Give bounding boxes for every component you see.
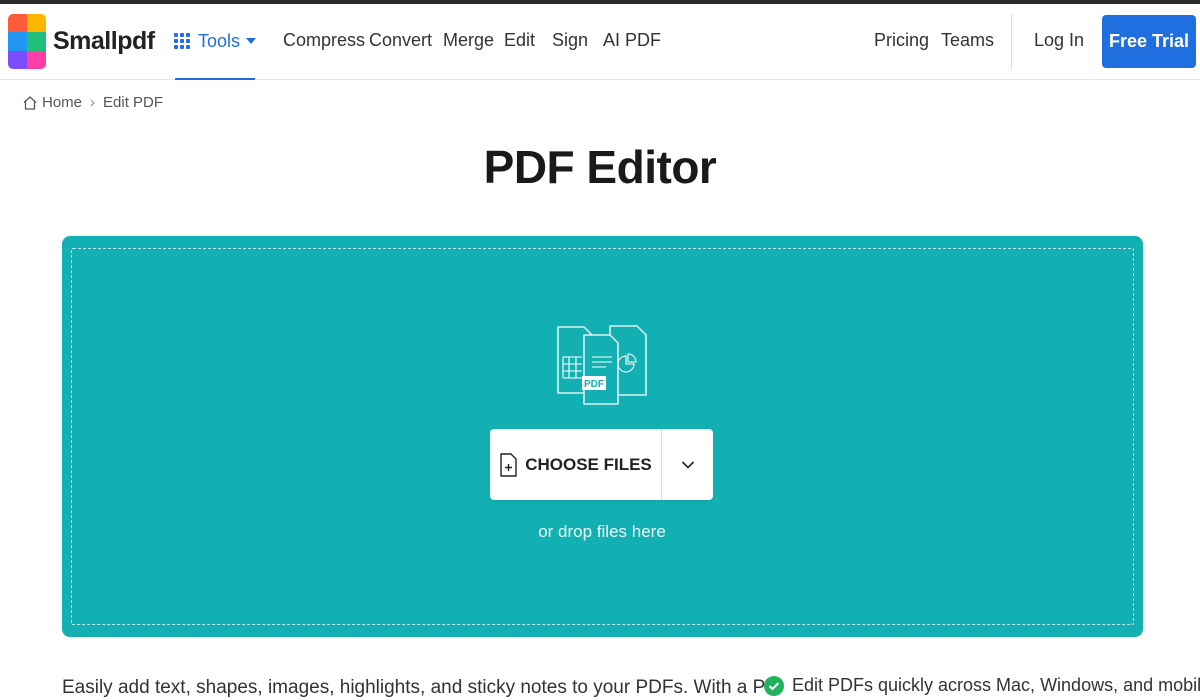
feature-item: Edit PDFs quickly across Mac, Windows, a… (764, 675, 1200, 696)
tools-menu-button[interactable]: Tools (173, 4, 257, 80)
choose-files-label: CHOOSE FILES (525, 454, 652, 474)
breadcrumb: Home › Edit PDF (22, 94, 163, 111)
login-link[interactable]: Log In (1034, 30, 1084, 51)
caret-down-icon (246, 38, 257, 44)
nav-ai-pdf[interactable]: AI PDF (603, 30, 661, 51)
choose-files-control: CHOOSE FILES (490, 429, 713, 500)
smallpdf-logo[interactable]: Smallpdf (8, 14, 155, 69)
home-icon (23, 95, 37, 110)
tool-description: Easily add text, shapes, images, highlig… (62, 677, 783, 698)
breadcrumb-separator: › (90, 94, 96, 111)
chevron-down-icon (681, 460, 694, 469)
grid-dots-icon (173, 33, 190, 49)
logo-mark-icon (8, 14, 46, 69)
feature-text: Edit PDFs quickly across Mac, Windows, a… (792, 675, 1200, 695)
file-plus-icon (500, 452, 517, 477)
nav-convert[interactable]: Convert (369, 30, 432, 51)
breadcrumb-home[interactable]: Home (42, 94, 82, 111)
choose-files-options-button[interactable] (662, 429, 713, 500)
pdf-badge-label: PDF (584, 379, 604, 390)
drop-files-hint: or drop files here (538, 522, 666, 541)
nav-merge[interactable]: Merge (443, 30, 494, 51)
check-circle-icon (764, 675, 784, 696)
page-title: PDF Editor (483, 141, 717, 193)
documents-illustration-icon: PDF (557, 325, 647, 405)
site-header: Smallpdf Tools Compress Convert Merge Ed… (0, 4, 1200, 80)
nav-pricing[interactable]: Pricing (874, 30, 929, 51)
nav-edit[interactable]: Edit (504, 30, 535, 51)
nav-teams[interactable]: Teams (941, 30, 994, 51)
brand-name: Smallpdf (53, 27, 155, 55)
nav-sign[interactable]: Sign (552, 30, 588, 51)
header-divider (1011, 14, 1012, 70)
free-trial-button[interactable]: Free Trial (1102, 15, 1196, 68)
choose-files-button[interactable]: CHOOSE FILES (490, 429, 662, 500)
tools-label: Tools (197, 30, 241, 51)
nav-compress[interactable]: Compress (283, 30, 365, 51)
breadcrumb-current: Edit PDF (103, 94, 164, 111)
